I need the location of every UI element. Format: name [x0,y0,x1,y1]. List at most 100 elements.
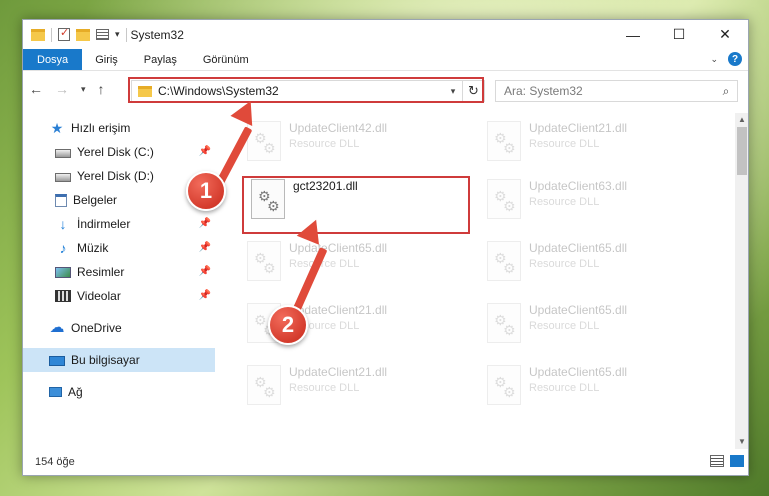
navigation-pane: ★ Hızlı erişim Yerel Disk (C:) 📌 Yerel D… [23,113,218,448]
forward-arrow-icon[interactable]: → [55,81,69,97]
file-type: Resource DLL [529,320,600,332]
dll-gear-icon: ⚙⚙ [247,121,281,161]
file-tile[interactable]: ⚙ ⚙ UpdateClient63.dll Resource DLL [481,175,711,229]
file-explorer-window: ▾ System32 — ☐ ✕ Dosya Giriş Paylaş Görü… [22,19,749,476]
recent-locations-chevron-icon[interactable]: ▾ [81,84,86,95]
file-tile[interactable]: ⚙ ⚙ UpdateClient65.dll Resource DLL [241,237,471,291]
expand-ribbon-chevron-icon[interactable]: ⌄ [710,54,718,65]
tab-dosya[interactable]: Dosya [23,49,83,70]
network-icon [49,387,62,397]
nav-label: Yerel Disk (D:) [77,169,154,183]
file-type: Resource DLL [529,138,600,150]
nav-quick-access[interactable]: ★ Hızlı erişim [23,116,215,140]
file-highlight [242,176,470,234]
nav-item-pictures[interactable]: Resimler 📌 [23,260,215,284]
quick-access-toolbar: ▾ [23,26,127,42]
dll-gear-icon: ⚙⚙ [487,121,521,161]
file-tile[interactable]: ⚙ ⚙ UpdateClient65.dll Resource DLL [481,237,711,291]
dll-gear-icon: ⚙⚙ [487,303,521,343]
file-name: UpdateClient63.dll [529,179,628,193]
ribbon-right-controls: ⌄ ? [710,52,742,66]
nav-item-music[interactable]: ♪ Müzik 📌 [23,236,215,260]
dll-gear-icon: ⚙⚙ [487,179,521,219]
new-folder-icon[interactable] [76,28,90,41]
file-name: UpdateClient65.dll [529,303,628,317]
scrollbar-thumb[interactable] [737,127,747,175]
window-controls: — ☐ ✕ [610,20,748,49]
scroll-down-icon[interactable]: ▼ [735,435,748,449]
status-bar: 154 öğe [23,450,748,474]
back-arrow-icon[interactable]: ← [29,81,43,97]
ribbon-tabs: Dosya Giriş Paylaş Görünüm ⌄ ? [23,49,748,71]
nav-item-local-disk-c[interactable]: Yerel Disk (C:) 📌 [23,140,215,164]
search-icon[interactable]: ⌕ [715,84,737,99]
file-tile[interactable]: ⚙⚙ UpdateClient21.dll Resource DLL [241,361,471,415]
pin-icon[interactable]: 📌 [199,146,211,157]
chevron-down-icon[interactable]: ▾ [115,29,120,40]
file-name: UpdateClient65.dll [529,241,628,255]
file-type: Resource DLL [529,258,600,270]
folder-icon [31,28,45,41]
search-input[interactable]: Ara: System32 [496,84,715,98]
nav-label: Belgeler [73,193,118,207]
nav-label: Videolar [77,289,121,303]
picture-icon [55,266,71,278]
customize-toolbar-icon[interactable] [96,29,109,40]
maximize-button[interactable]: ☐ [656,20,702,49]
pin-icon[interactable]: 📌 [199,290,211,301]
pin-icon[interactable]: 📌 [199,266,211,277]
drive-icon [55,173,71,182]
toolbar-divider [51,27,52,42]
step-1-badge: 1 [186,171,226,211]
tab-giris[interactable]: Giriş [82,49,131,70]
file-type: Resource DLL [289,382,360,394]
scroll-up-icon[interactable]: ▲ [735,113,748,127]
pin-icon[interactable]: 📌 [199,242,211,253]
file-name: UpdateClient42.dll [289,121,388,135]
nav-item-this-pc[interactable]: Bu bilgisayar [23,348,215,372]
help-icon[interactable]: ? [728,52,742,66]
tab-gorunum[interactable]: Görünüm [190,49,262,70]
file-tile[interactable]: ⚙ ⚙ UpdateClient65.dll Resource DLL [481,361,711,415]
nav-label: Yerel Disk (C:) [77,145,154,159]
nav-label: Bu bilgisayar [71,353,140,367]
nav-label: Ağ [68,385,83,399]
file-type: Resource DLL [289,258,360,270]
search-box[interactable]: Ara: System32 ⌕ [495,80,738,102]
up-arrow-icon[interactable]: ↑ [98,81,105,97]
item-count: 154 öğe [35,456,75,468]
minimize-button[interactable]: — [610,20,656,49]
toolbar-divider [125,27,127,42]
file-tile[interactable]: ⚙ ⚙ UpdateClient42.dll Resource DLL [241,117,471,171]
drive-icon [55,149,71,158]
nav-label: İndirmeler [77,217,131,231]
large-icons-view-icon[interactable] [730,455,744,467]
pin-icon[interactable]: 📌 [199,218,211,229]
file-list: ⚙ ⚙ UpdateClient42.dll Resource DLL ⚙ ⚙ Upd… [241,113,735,448]
navigation-buttons: ← → ▾ ↑ [29,81,105,97]
step-2-badge: 2 [268,305,308,345]
vertical-scrollbar[interactable]: ▲ ▼ [735,113,748,449]
nav-item-videos[interactable]: Videolar 📌 [23,284,215,308]
file-type: Resource DLL [529,196,600,208]
nav-item-downloads[interactable]: ↓ İndirmeler 📌 [23,212,215,236]
file-type: Resource DLL [529,382,600,394]
file-name: UpdateClient65.dll [289,241,388,255]
address-bar-highlight [128,77,484,103]
nav-label: Müzik [77,241,109,255]
title-bar: ▾ System32 — ☐ ✕ [23,20,748,49]
file-name: UpdateClient65.dll [529,365,628,379]
nav-item-network[interactable]: Ağ [23,380,215,404]
dll-gear-icon: ⚙⚙ [247,241,281,281]
file-type: Resource DLL [289,138,360,150]
file-tile[interactable]: ⚙ ⚙ UpdateClient65.dll Resource DLL [481,299,711,353]
window-title: System32 [130,27,184,42]
computer-icon [49,355,65,366]
properties-check-icon[interactable] [58,26,70,41]
document-icon [55,193,67,207]
file-tile[interactable]: ⚙⚙ UpdateClient21.dll Resource DLL [481,117,711,171]
details-view-icon[interactable] [710,455,724,467]
close-button[interactable]: ✕ [702,20,748,49]
tab-paylas[interactable]: Paylaş [131,49,190,70]
nav-item-onedrive[interactable]: ☁ OneDrive [23,316,215,340]
